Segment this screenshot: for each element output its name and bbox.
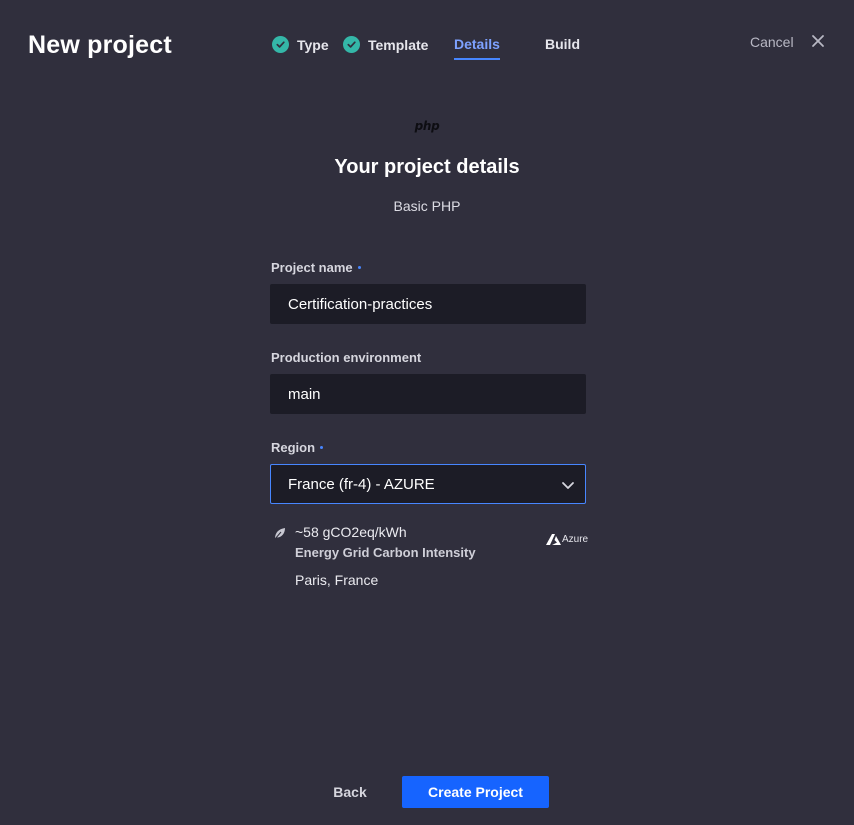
close-icon[interactable] [810,33,826,49]
azure-icon [546,534,561,545]
step-label: Type [297,36,329,53]
input-value: Certification-practices [288,295,433,313]
step-build: Build [545,36,580,52]
required-indicator [320,446,324,449]
carbon-intensity-value: ~58 gCO2eq/kWh [295,524,407,540]
step-template[interactable]: Template [343,36,428,53]
provider-logo: Azure [546,534,588,545]
create-project-button[interactable]: Create Project [402,776,549,808]
step-label: Template [368,36,429,53]
check-circle-icon [272,36,289,53]
chevron-down-icon [562,482,574,489]
production-environment-label: Production environment [271,350,421,365]
step-label: Build [545,36,580,52]
php-logo: php [414,119,440,133]
input-value: main [288,385,321,403]
cancel-link[interactable]: Cancel [750,34,794,50]
back-button[interactable]: Back [322,776,378,808]
label-text: Production environment [271,350,422,365]
step-type[interactable]: Type [272,36,329,53]
label-text: Region [271,440,316,455]
leaf-icon [274,528,285,540]
provider-name: Azure [562,534,589,545]
region-select[interactable]: France (fr-4) - AZURE [270,464,586,504]
step-label: Details [454,36,500,52]
production-environment-input[interactable]: main [270,374,586,414]
section-heading: Your project details [334,156,520,178]
page-title: New project [28,31,172,59]
check-circle-icon [343,36,360,53]
required-indicator [357,266,361,269]
project-name-input[interactable]: Certification-practices [270,284,586,324]
template-name: Basic PHP [393,198,461,214]
select-value: France (fr-4) - AZURE [288,475,435,493]
label-text: Project name [271,260,353,275]
region-label: Region [271,440,324,455]
project-name-label: Project name [271,260,361,275]
step-details[interactable]: Details [454,36,500,60]
region-location: Paris, France [295,572,379,588]
carbon-intensity-label: Energy Grid Carbon Intensity [295,545,476,560]
